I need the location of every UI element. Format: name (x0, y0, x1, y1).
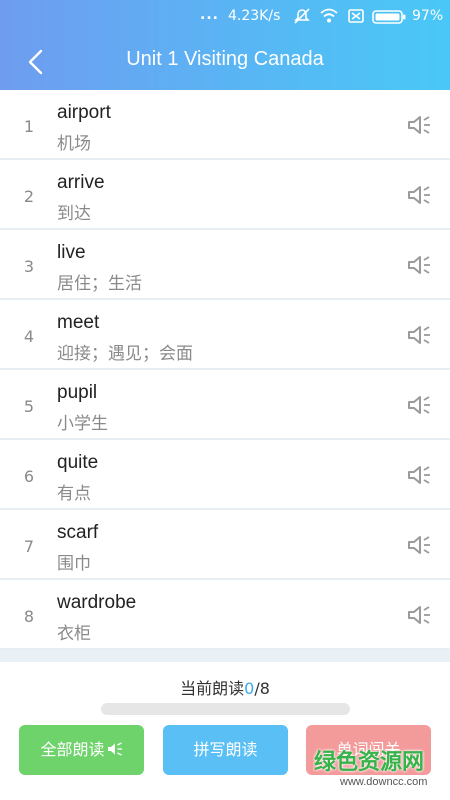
word-number: 8 (23, 607, 35, 626)
speaker-icon[interactable] (407, 324, 433, 346)
wifi-icon (320, 8, 338, 23)
site-watermark: 绿色资源网 www.downcc.com (310, 742, 450, 800)
status-bar: ... 4.23K/s 97% (0, 0, 450, 32)
word-row[interactable]: 1 airport 机场 (0, 90, 450, 160)
word-number: 2 (23, 187, 35, 206)
word-meaning: 有点 (57, 484, 91, 504)
word-number: 1 (23, 117, 35, 136)
network-speed: 4.23K/s (228, 8, 281, 24)
sim-off-icon (348, 9, 364, 23)
app-header: ... 4.23K/s 97% Unit 1 Visiting Canada (0, 0, 450, 90)
progress-current: 0 (244, 679, 255, 698)
word-text: quite (57, 452, 99, 473)
word-number: 3 (23, 257, 35, 276)
spell-read-button[interactable]: 拼写朗读 (163, 725, 288, 775)
word-number: 7 (23, 537, 35, 556)
word-row[interactable]: 8 wardrobe 衣柜 (0, 580, 450, 650)
word-meaning: 居住；生活 (57, 274, 142, 294)
read-all-button[interactable]: 全部朗读 (19, 725, 144, 775)
progress-text: 当前朗读0/8 (0, 675, 450, 699)
word-meaning: 衣柜 (57, 624, 91, 644)
word-row[interactable]: 4 meet 迎接；遇见；会面 (0, 300, 450, 370)
progress-bar (101, 703, 350, 715)
word-meaning: 小学生 (57, 414, 108, 434)
progress-label: 当前朗读 (180, 679, 245, 698)
speaker-icon[interactable] (407, 114, 433, 136)
word-text: arrive (57, 172, 105, 193)
speaker-icon[interactable] (407, 254, 433, 276)
word-row[interactable]: 3 live 居住；生活 (0, 230, 450, 300)
word-text: wardrobe (57, 592, 137, 613)
speaker-icon[interactable] (407, 184, 433, 206)
mute-icon (294, 8, 310, 24)
speaker-icon (107, 742, 122, 756)
page-title: Unit 1 Visiting Canada (126, 48, 324, 70)
spell-read-label: 拼写朗读 (193, 740, 258, 759)
chevron-left-icon[interactable] (24, 46, 48, 78)
speaker-icon[interactable] (407, 394, 433, 416)
word-meaning: 围巾 (57, 554, 91, 574)
watermark-url: www.downcc.com (340, 776, 428, 788)
word-row[interactable]: 6 quite 有点 (0, 440, 450, 510)
word-text: meet (57, 312, 100, 333)
word-row[interactable]: 7 scarf 围巾 (0, 510, 450, 580)
watermark-main: 绿色资源网 (314, 750, 425, 775)
word-meaning: 到达 (57, 204, 91, 224)
read-all-label: 全部朗读 (40, 740, 105, 759)
progress-total: /8 (254, 679, 270, 698)
notification-dots: ... (200, 7, 219, 23)
word-text: scarf (57, 522, 99, 543)
word-meaning: 迎接；遇见；会面 (57, 344, 193, 364)
word-row[interactable]: 5 pupil 小学生 (0, 370, 450, 440)
battery-icon (372, 10, 406, 24)
word-number: 4 (23, 327, 35, 346)
word-text: live (57, 242, 86, 263)
speaker-icon[interactable] (407, 464, 433, 486)
speaker-icon[interactable] (407, 604, 433, 626)
word-number: 6 (23, 467, 35, 486)
word-number: 5 (23, 397, 35, 416)
battery-percentage: 97% (412, 8, 444, 24)
word-text: pupil (57, 382, 98, 403)
speaker-icon[interactable] (407, 534, 433, 556)
word-text: airport (57, 102, 111, 123)
word-row[interactable]: 2 arrive 到达 (0, 160, 450, 230)
word-list: 1 airport 机场 2 arrive 到达 3 live 居住；生活 4 meet 迎接；遇见；… (0, 90, 450, 650)
word-meaning: 机场 (57, 134, 91, 154)
